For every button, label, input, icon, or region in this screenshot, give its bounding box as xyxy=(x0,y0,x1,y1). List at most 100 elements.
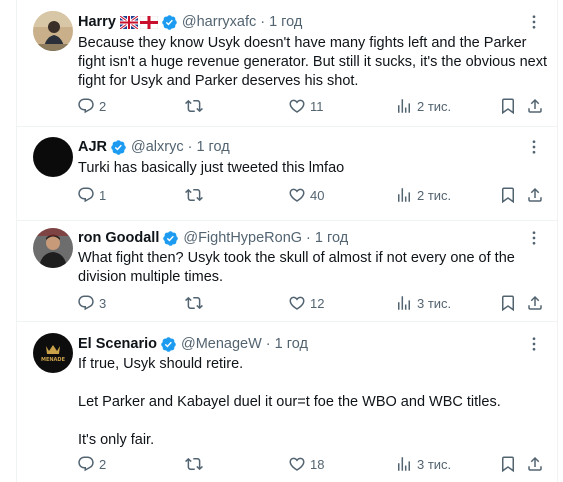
avatar[interactable] xyxy=(33,11,73,51)
reply-button[interactable]: 2 xyxy=(77,97,106,115)
like-count: 18 xyxy=(310,456,325,472)
bookmark-icon xyxy=(502,295,514,312)
tweet-header: ron Goodall @FightHypeRonG · 1 год xyxy=(78,228,348,248)
retweet-icon xyxy=(185,296,203,310)
display-name[interactable]: El Scenario xyxy=(78,336,157,352)
verified-badge-icon xyxy=(162,230,179,247)
separator-dot: · xyxy=(265,336,271,352)
reply-count: 2 xyxy=(99,456,107,472)
england-flag-icon xyxy=(139,15,158,29)
share-icon xyxy=(528,295,542,310)
tweet-text: If true, Usyk should retire. Let Parker … xyxy=(78,355,550,450)
views-button[interactable]: 3 тис. xyxy=(395,455,451,473)
like-button[interactable]: 18 xyxy=(288,455,324,473)
view-count: 3 тис. xyxy=(417,456,452,472)
tweet-text-paragraph: Let Parker and Kabayel duel it our=t foe… xyxy=(78,394,501,410)
like-button[interactable]: 11 xyxy=(288,97,324,115)
views-chart-icon xyxy=(398,296,410,310)
name-emoji-flags xyxy=(119,15,158,29)
bookmark-button[interactable] xyxy=(499,97,517,115)
user-handle[interactable]: @FightHypeRonG xyxy=(183,230,302,246)
view-count: 2 тис. xyxy=(417,98,452,114)
share-button[interactable] xyxy=(526,186,544,204)
timestamp[interactable]: 1 год xyxy=(275,336,308,352)
reply-count: 1 xyxy=(99,187,107,203)
share-button[interactable] xyxy=(526,294,544,312)
views-chart-icon xyxy=(398,457,410,471)
display-name[interactable]: ron Goodall xyxy=(78,230,159,246)
views-button[interactable]: 2 тис. xyxy=(395,186,451,204)
tweet[interactable]: ron Goodall @FightHypeRonG · 1 год What … xyxy=(17,221,557,322)
tweet-header: AJR @alxryc · 1 год xyxy=(78,137,230,157)
display-name[interactable]: AJR xyxy=(78,139,107,155)
avatar[interactable] xyxy=(33,137,73,177)
share-icon xyxy=(528,187,542,202)
reply-icon xyxy=(78,187,94,203)
tweet[interactable]: AJR @alxryc · 1 год Turki has basically … xyxy=(17,127,557,221)
reply-button[interactable]: 2 xyxy=(77,455,106,473)
user-handle[interactable]: @MenageW xyxy=(181,336,262,352)
verified-badge-icon xyxy=(161,14,178,31)
heart-icon xyxy=(289,99,305,113)
tweet-header: El Scenario @MenageW · 1 год xyxy=(78,334,308,354)
views-chart-icon xyxy=(398,188,410,202)
display-name[interactable]: Harry xyxy=(78,14,116,30)
reply-count: 3 xyxy=(99,295,107,311)
tweet[interactable]: Harry @harryxafc · 1 год Because they kn… xyxy=(17,0,557,127)
reply-count: 2 xyxy=(99,98,107,114)
share-icon xyxy=(528,98,542,113)
tweet-text-paragraph: What fight then? Usyk took the skull of … xyxy=(78,250,515,285)
separator-dot: · xyxy=(306,230,311,246)
retweet-icon xyxy=(185,99,203,113)
user-handle[interactable]: @harryxafc xyxy=(182,14,256,30)
like-button[interactable]: 12 xyxy=(288,294,324,312)
bookmark-button[interactable] xyxy=(499,294,517,312)
tweet-text-paragraph: If true, Usyk should retire. xyxy=(78,356,244,372)
timestamp[interactable]: 1 год xyxy=(269,14,302,30)
reply-icon xyxy=(78,456,94,472)
share-button[interactable] xyxy=(526,455,544,473)
like-count: 12 xyxy=(310,295,325,311)
retweet-button[interactable] xyxy=(185,455,207,473)
more-options-icon[interactable] xyxy=(525,13,543,31)
share-icon xyxy=(528,456,542,471)
reply-button[interactable]: 1 xyxy=(77,186,106,204)
bookmark-button[interactable] xyxy=(499,186,517,204)
reply-button[interactable]: 3 xyxy=(77,294,106,312)
views-button[interactable]: 2 тис. xyxy=(395,97,451,115)
tweet-actions: 2 18 3 тис. xyxy=(17,455,557,475)
retweet-button[interactable] xyxy=(185,294,207,312)
bookmark-button[interactable] xyxy=(499,455,517,473)
bookmark-icon xyxy=(502,98,514,115)
views-button[interactable]: 3 тис. xyxy=(395,294,451,312)
more-options-icon[interactable] xyxy=(525,138,543,156)
timestamp[interactable]: 1 год xyxy=(315,230,348,246)
share-button[interactable] xyxy=(526,97,544,115)
views-chart-icon xyxy=(398,99,410,113)
tweet-text: What fight then? Usyk took the skull of … xyxy=(78,249,550,287)
more-options-icon[interactable] xyxy=(525,335,543,353)
user-handle[interactable]: @alxryc xyxy=(131,139,184,155)
column-border-right xyxy=(557,0,558,482)
retweet-button[interactable] xyxy=(185,97,207,115)
retweet-icon xyxy=(185,457,203,471)
tweet-header: Harry @harryxafc · 1 год xyxy=(78,12,302,32)
reply-feed: Harry @harryxafc · 1 год Because they kn… xyxy=(0,0,563,482)
view-count: 3 тис. xyxy=(417,295,452,311)
tweet-text: Turki has basically just tweeted this lm… xyxy=(78,159,550,178)
avatar[interactable]: MENADE xyxy=(33,333,73,373)
like-count: 11 xyxy=(310,98,324,114)
reply-icon xyxy=(78,98,94,114)
like-button[interactable]: 40 xyxy=(288,186,324,204)
verified-badge-icon xyxy=(160,336,177,353)
bookmark-icon xyxy=(502,456,514,473)
uk-flag-icon xyxy=(119,15,138,29)
tweet[interactable]: MENADE El Scenario @MenageW · 1 год If t… xyxy=(17,322,557,482)
avatar[interactable] xyxy=(33,228,73,268)
like-count: 40 xyxy=(310,187,325,203)
retweet-button[interactable] xyxy=(185,186,207,204)
timestamp[interactable]: 1 год xyxy=(196,139,229,155)
more-options-icon[interactable] xyxy=(525,229,543,247)
avatar-logo-text: MENADE xyxy=(41,357,66,363)
tweet-actions: 2 11 2 тис. xyxy=(17,97,557,117)
